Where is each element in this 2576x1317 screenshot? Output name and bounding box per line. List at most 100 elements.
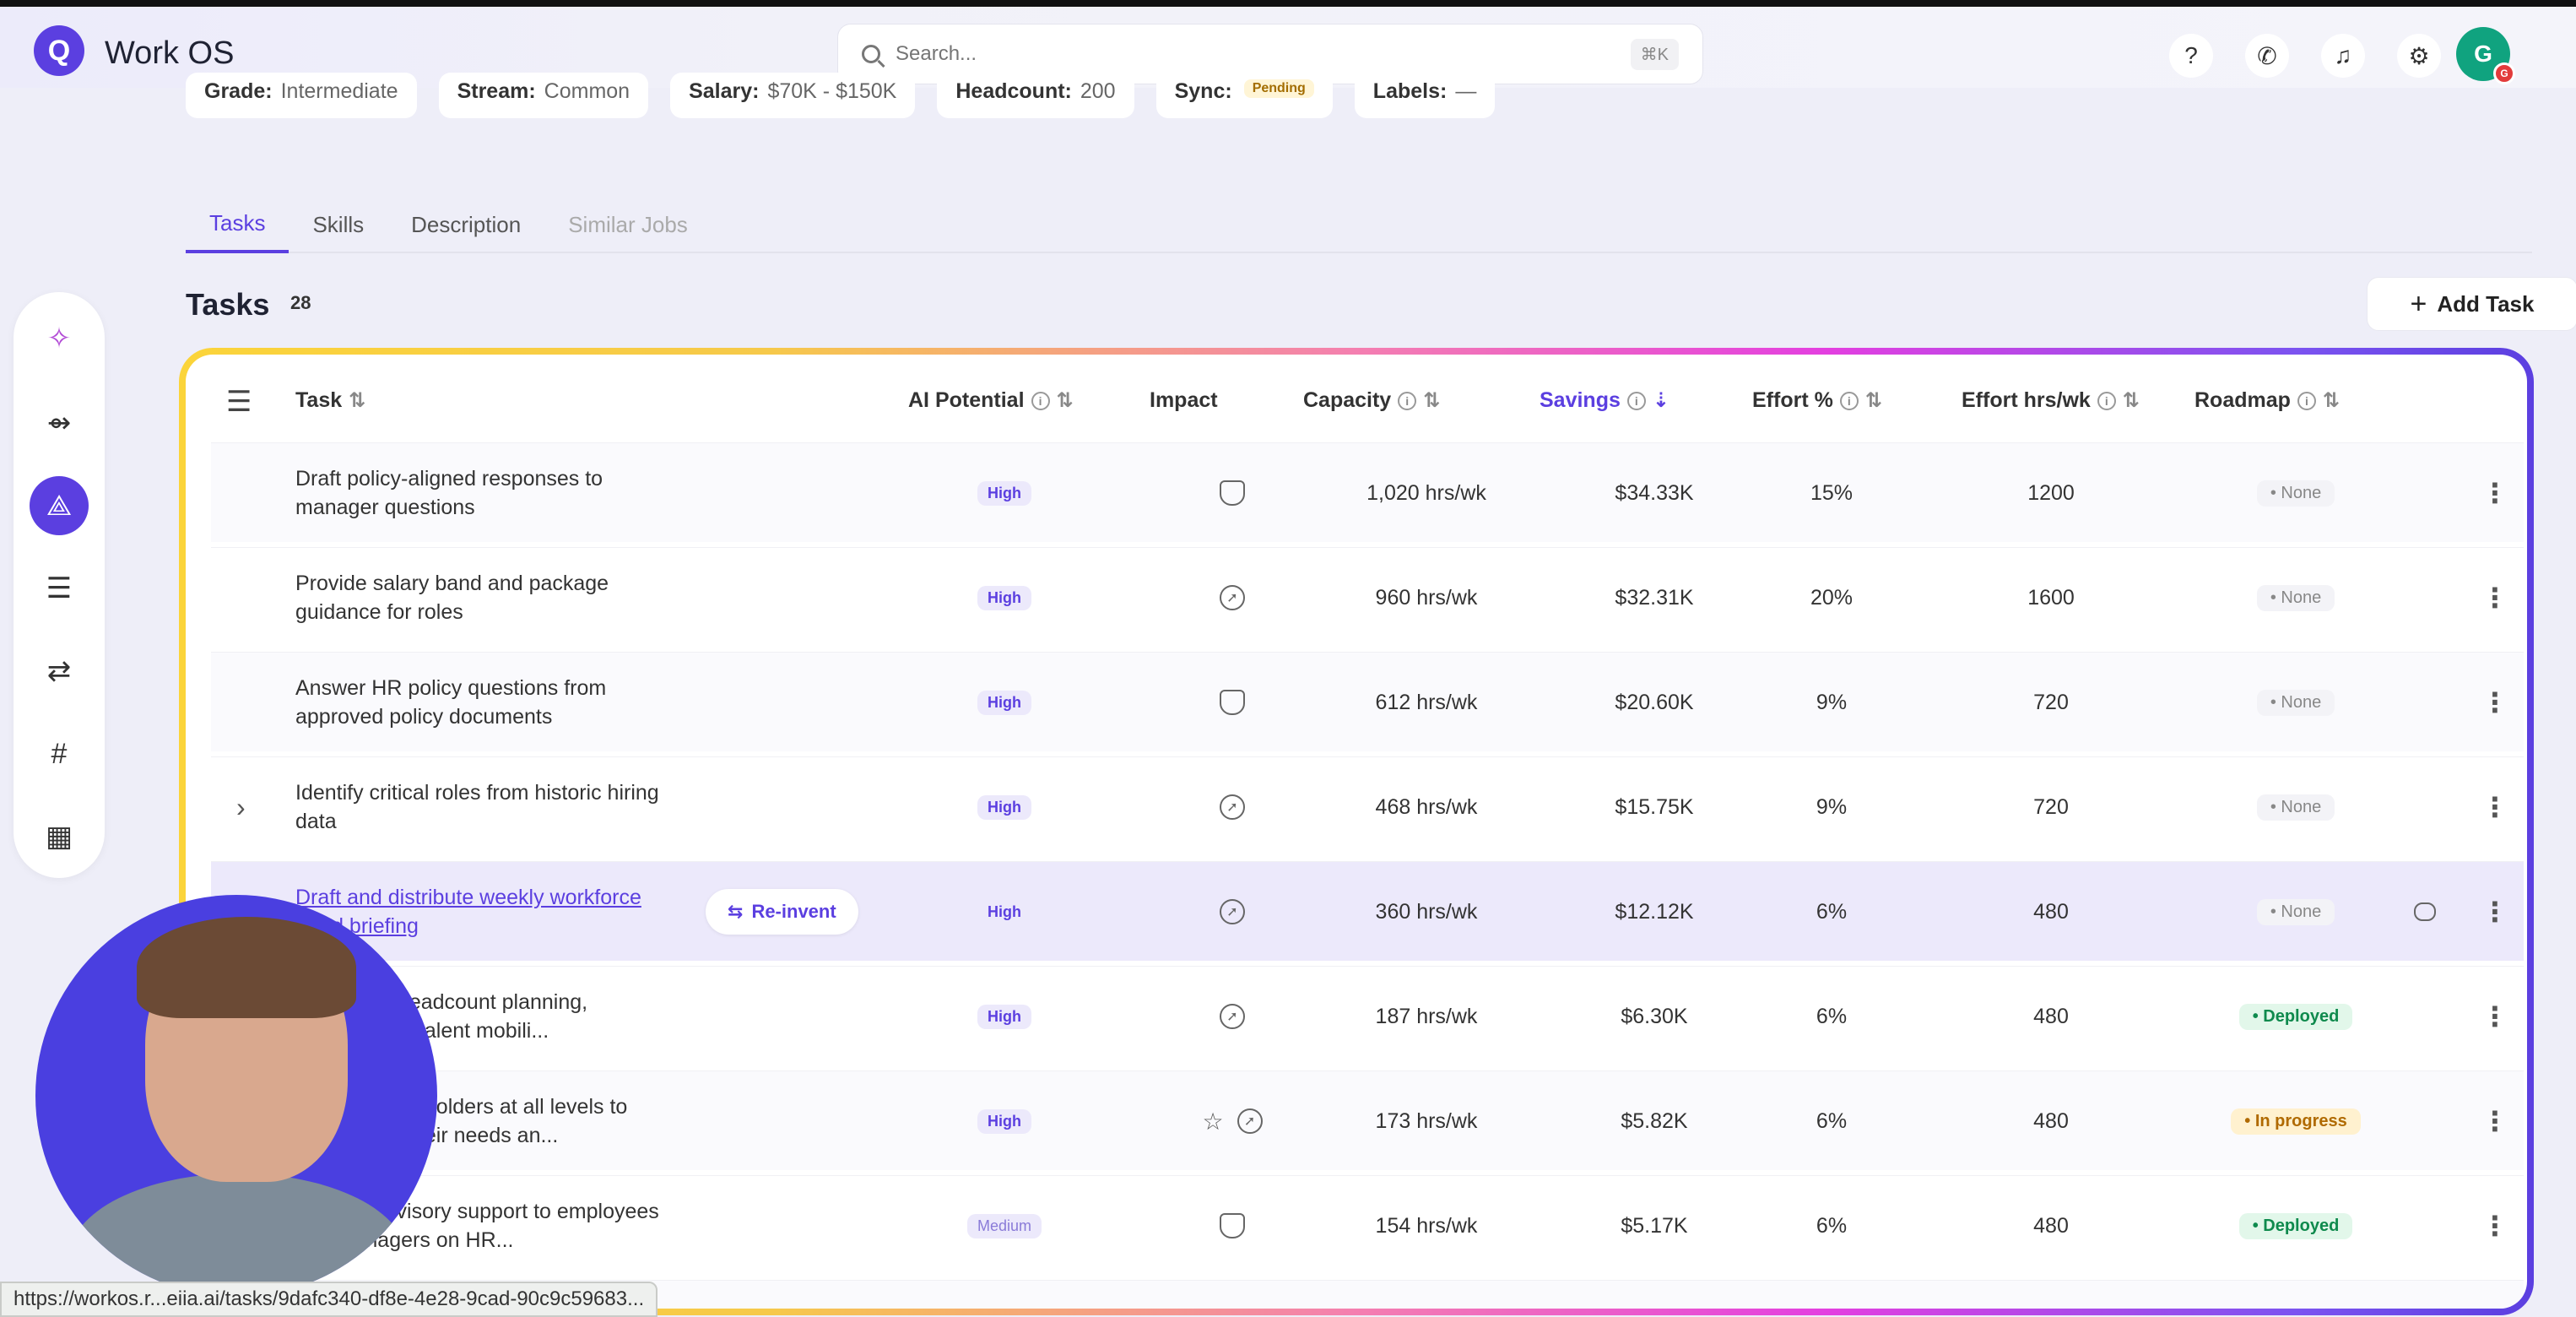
section-title: Tasks [186,287,270,322]
ai-potential-badge: High [977,480,1031,506]
window-top-strip [0,0,2576,7]
tasks-table: ☰ Task ⇅ AI Potential i ⇅ Impact Capacity i ⇅… [186,355,2527,1309]
more-options-icon[interactable]: ⋮ [2481,1071,2508,1171]
sort-icon: ⇅ [1864,389,1882,412]
col-task[interactable]: Task ⇅ [295,388,365,413]
tab-tasks[interactable]: Tasks [186,196,290,253]
settings-icon[interactable]: ⚙ [2397,34,2441,78]
roadmap-status-badge[interactable]: • Deployed [2238,1212,2353,1239]
add-task-button[interactable]: + Add Task [2367,277,2576,331]
tab-similar-jobs[interactable]: Similar Jobs [544,196,712,253]
task-name[interactable]: Provide salary band and package guidance… [295,548,667,648]
sort-icon: ⇅ [349,389,366,412]
effort-hrs-value: 480 [2033,899,2069,924]
col-effort-hrs[interactable]: Effort hrs/wk i ⇅ [1962,388,2140,413]
capacity-value: 187 hrs/wk [1375,1004,1478,1028]
col-effort-pct[interactable]: Effort % i ⇅ [1752,388,1882,413]
more-options-icon[interactable]: ⋮ [2481,1281,2508,1309]
table-row[interactable]: Provide salary band and package guidance… [211,547,2524,647]
effort-hrs-value: 1600 [2027,585,2075,610]
table-row[interactable]: Support in headcount planning, analysis … [211,966,2524,1065]
ai-potential-badge: Medium [966,1213,1042,1238]
tab-description[interactable]: Description [387,196,544,253]
compass-icon: ➚ [1220,585,1245,610]
roadmap-status-badge[interactable]: • In progress [2231,1108,2361,1135]
sync-status-badge: Pending [1243,79,1314,98]
table-row[interactable]: Engage stakeholders at all levels to und… [211,1070,2524,1170]
tab-skills[interactable]: Skills [289,196,387,253]
workflow-icon[interactable]: ⇄ [30,642,89,701]
effort-pct-value: 15% [1810,480,1854,505]
ai-potential-badge: High [977,899,1031,924]
route-icon[interactable]: ⇴ [30,393,89,453]
effort-hrs-value: 480 [2033,1004,2069,1028]
meta-salary: Salary: $70K - $150K [670,73,916,118]
table-row[interactable]: Draft policy-aligned responses to manage… [211,442,2524,542]
roadmap-status-badge[interactable]: • None [2256,480,2335,507]
ai-assistant-icon[interactable]: ⟁ [30,476,89,535]
table-row[interactable]: › Identify critical roles from historic h… [211,756,2524,856]
whatsnew-icon[interactable]: ✆ [2245,34,2289,78]
help-icon[interactable]: ? [2169,34,2213,78]
capacity-value: 960 hrs/wk [1375,585,1478,610]
sort-icon: ⇅ [2322,389,2341,412]
reinvent-button[interactable]: ⇆ Re-invent [706,889,858,935]
info-icon: i [1626,391,1646,410]
plus-icon: + [2410,287,2427,320]
table-row[interactable]: ›Draft and distribute weekly workforce t… [211,861,2524,961]
more-options-icon[interactable]: ⋮ [2481,548,2508,648]
app-logo[interactable]: Q [34,25,84,76]
savings-value: $32.31K [1615,585,1694,610]
ai-sparkle-icon[interactable]: ✧ [30,309,89,368]
effort-pct-value: 9% [1816,794,1848,819]
col-roadmap[interactable]: Roadmap i ⇅ [2194,388,2340,413]
info-icon: i [1398,391,1417,410]
search-shortcut-hint: ⌘K [1630,38,1679,70]
effort-pct-value: 6% [1816,1108,1848,1133]
star-icon: ☆ [1202,1108,1224,1135]
savings-value: $5.17K [1578,1281,1730,1309]
roadmap-status-badge[interactable]: • None [2256,898,2335,925]
effort-hrs-value: 480 [2033,1108,2069,1133]
stack-icon[interactable]: ☰ [30,559,89,618]
capacity-value: 468 hrs/wk [1375,794,1478,819]
roadmap-status-badge[interactable]: • None [2256,584,2335,611]
shield-icon [1220,690,1245,715]
more-options-icon[interactable]: ⋮ [2481,757,2508,857]
more-options-icon[interactable]: ⋮ [2481,1176,2508,1276]
capacity-value: 173 hrs/wk [1375,1108,1478,1133]
link-status-bar: https://workos.r...eiia.ai/tasks/9dafc34… [0,1282,658,1317]
sort-icon: ⇅ [1056,389,1074,412]
capacity-value: 154 hrs/wk [1375,1213,1478,1238]
grid-icon[interactable]: # [30,724,89,783]
stack-icon[interactable]: ☰ [226,385,252,419]
sort-icon: ⇅ [2122,389,2140,412]
col-ai-potential[interactable]: AI Potential i ⇅ [908,388,1074,413]
chevron-right-icon[interactable]: › [236,757,246,857]
task-name[interactable]: Answer HR policy questions from approved… [295,653,667,752]
task-name[interactable]: Identify critical roles from historic hi… [295,757,667,857]
more-options-icon[interactable]: ⋮ [2481,862,2508,962]
more-options-icon[interactable]: ⋮ [2481,967,2508,1066]
table-add-icon[interactable]: ▦ [30,807,89,866]
effort-pct-value: 6% [1772,1281,1891,1309]
search-input[interactable] [896,42,1631,66]
table-row[interactable]: Provide advisory support to employees an… [211,1175,2524,1275]
roadmap-status-badge[interactable]: • None [2256,689,2335,716]
meta-sync: Sync: Pending [1155,73,1333,118]
user-avatar[interactable]: G G [2456,27,2515,84]
col-impact[interactable]: Impact [1150,388,1218,413]
col-savings[interactable]: Savings i ⇣ [1540,388,1670,413]
roadmap-status-badge[interactable]: • None [2256,794,2335,821]
comment-icon[interactable] [2414,902,2436,921]
task-name[interactable]: Draft policy-aligned responses to manage… [295,443,667,543]
more-options-icon[interactable]: ⋮ [2481,653,2508,752]
ai-potential-badge: High [977,1108,1031,1134]
table-row[interactable]: Answer HR policy questions from approved… [211,652,2524,751]
info-icon: i [2297,391,2316,410]
notifications-icon[interactable]: ♫ [2321,34,2365,78]
roadmap-status-badge[interactable]: • Deployed [2238,1003,2353,1030]
more-options-icon[interactable]: ⋮ [2481,443,2508,543]
col-capacity[interactable]: Capacity i ⇅ [1303,388,1440,413]
ai-potential-badge: High [977,794,1031,820]
